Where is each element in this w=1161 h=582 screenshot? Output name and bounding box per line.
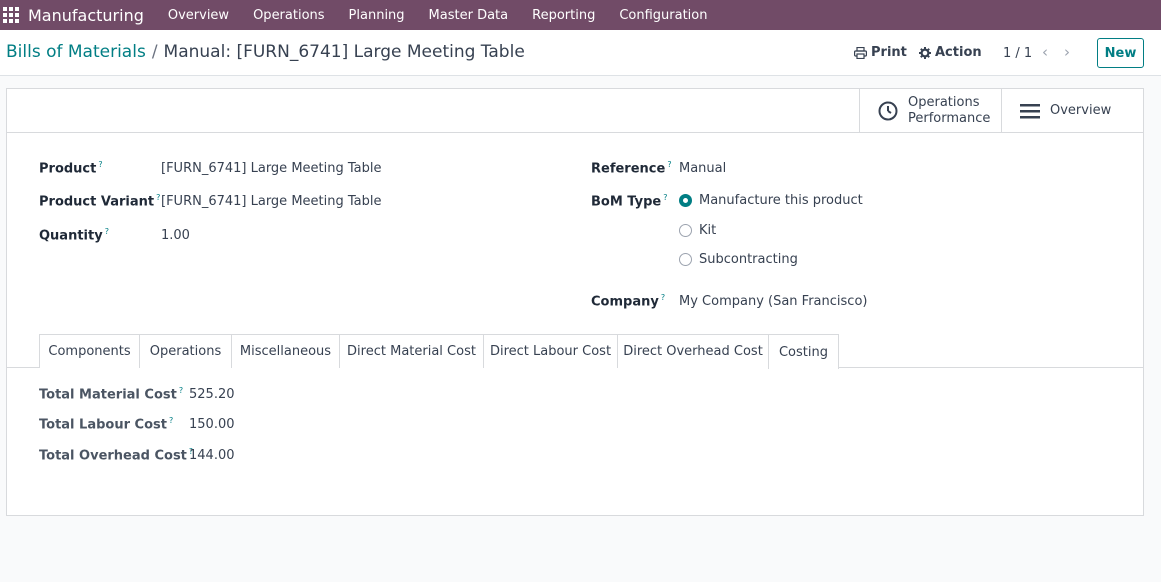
company-label: Company? bbox=[591, 293, 665, 309]
product-variant-field[interactable]: [FURN_6741] Large Meeting Table bbox=[161, 194, 381, 209]
company-field[interactable]: My Company (San Francisco) bbox=[679, 294, 867, 309]
operations-performance-label: Operations Performance bbox=[908, 95, 990, 127]
total-material-cost-value: 525.20 bbox=[189, 387, 235, 402]
bom-type-option-manufacture[interactable]: Manufacture this product bbox=[679, 193, 863, 208]
product-label-text: Product bbox=[39, 161, 97, 177]
help-tooltip-icon[interactable]: ? bbox=[156, 193, 160, 202]
bom-type-label-text: BoM Type bbox=[591, 194, 662, 210]
help-tooltip-icon[interactable]: ? bbox=[105, 227, 109, 236]
tab-direct-labour-cost[interactable]: Direct Labour Cost bbox=[483, 334, 618, 368]
product-variant-label: Product Variant? bbox=[39, 193, 160, 209]
help-tooltip-icon[interactable]: ? bbox=[667, 160, 671, 169]
nav-configuration[interactable]: Configuration bbox=[619, 8, 707, 23]
help-tooltip-icon[interactable]: ? bbox=[98, 160, 102, 169]
nav-overview[interactable]: Overview bbox=[168, 8, 229, 23]
breadcrumb-parent-link[interactable]: Bills of Materials bbox=[6, 42, 146, 62]
total-overhead-cost-value: 144.00 bbox=[189, 448, 235, 463]
bom-type-option-label: Manufacture this product bbox=[699, 193, 863, 208]
nav-operations[interactable]: Operations bbox=[253, 8, 324, 23]
total-labour-cost-label: Total Labour Cost? bbox=[39, 416, 173, 432]
apps-menu-icon[interactable] bbox=[3, 7, 19, 23]
product-field[interactable]: [FURN_6741] Large Meeting Table bbox=[161, 161, 381, 176]
operations-performance-line2: Performance bbox=[908, 111, 991, 126]
total-overhead-cost-label: Total Overhead Cost? bbox=[39, 447, 193, 463]
nav-planning[interactable]: Planning bbox=[349, 8, 405, 23]
action-label: Action bbox=[935, 45, 982, 60]
total-material-cost-label-text: Total Material Cost bbox=[39, 387, 177, 403]
print-button[interactable]: Print bbox=[854, 45, 907, 60]
operations-performance-button[interactable]: Operations Performance bbox=[859, 89, 1002, 133]
pager-next-icon[interactable]: › bbox=[1064, 43, 1070, 61]
tab-costing[interactable]: Costing bbox=[768, 334, 839, 369]
quantity-field[interactable]: 1.00 bbox=[161, 228, 190, 243]
total-labour-cost-value: 150.00 bbox=[189, 417, 235, 432]
product-label: Product? bbox=[39, 160, 103, 176]
total-overhead-cost-label-text: Total Overhead Cost bbox=[39, 448, 187, 464]
top-navbar: Manufacturing Overview Operations Planni… bbox=[0, 0, 1161, 30]
tab-direct-material-cost[interactable]: Direct Material Cost bbox=[339, 334, 484, 368]
form-sheet: Operations Performance Overview Product?… bbox=[6, 88, 1144, 516]
help-tooltip-icon[interactable]: ? bbox=[661, 293, 665, 302]
bom-type-option-label: Subcontracting bbox=[699, 252, 798, 267]
help-tooltip-icon[interactable]: ? bbox=[169, 416, 173, 425]
tab-direct-overhead-cost[interactable]: Direct Overhead Cost bbox=[617, 334, 769, 368]
radio-unchecked-icon[interactable] bbox=[679, 224, 692, 237]
pager-previous-icon[interactable]: ‹ bbox=[1042, 43, 1048, 61]
action-button[interactable]: Action bbox=[919, 45, 982, 60]
app-brand[interactable]: Manufacturing bbox=[28, 6, 144, 25]
breadcrumb-current: Manual: [FURN_6741] Large Meeting Table bbox=[163, 42, 525, 62]
print-label: Print bbox=[871, 45, 907, 60]
bom-type-option-label: Kit bbox=[699, 223, 717, 238]
quantity-label: Quantity? bbox=[39, 227, 109, 243]
reference-label: Reference? bbox=[591, 160, 672, 176]
reference-field[interactable]: Manual bbox=[679, 161, 726, 176]
help-tooltip-icon[interactable]: ? bbox=[179, 386, 183, 395]
notebook-tabs: Components Operations Miscellaneous Dire… bbox=[7, 334, 1143, 369]
tab-components[interactable]: Components bbox=[39, 334, 140, 368]
overview-label: Overview bbox=[1050, 103, 1112, 118]
gear-icon bbox=[919, 46, 931, 59]
new-button[interactable]: New bbox=[1097, 38, 1144, 68]
overview-button[interactable]: Overview bbox=[1001, 89, 1143, 133]
operations-performance-line1: Operations bbox=[908, 95, 980, 110]
tab-operations[interactable]: Operations bbox=[139, 334, 232, 368]
radio-unchecked-icon[interactable] bbox=[679, 253, 692, 266]
clock-icon bbox=[878, 101, 898, 121]
tab-miscellaneous[interactable]: Miscellaneous bbox=[231, 334, 340, 368]
smart-button-box: Operations Performance Overview bbox=[7, 89, 1143, 133]
bom-type-label: BoM Type? bbox=[591, 193, 667, 209]
total-labour-cost-label-text: Total Labour Cost bbox=[39, 417, 167, 433]
nav-master-data[interactable]: Master Data bbox=[429, 8, 509, 23]
reference-label-text: Reference bbox=[591, 161, 666, 177]
nav-reporting[interactable]: Reporting bbox=[532, 8, 595, 23]
breadcrumb: Bills of Materials / Manual: [FURN_6741] L… bbox=[6, 42, 525, 62]
pager-value[interactable]: 1 / 1 bbox=[1003, 46, 1032, 61]
bom-type-option-kit[interactable]: Kit bbox=[679, 223, 716, 238]
total-material-cost-label: Total Material Cost? bbox=[39, 386, 183, 402]
bom-type-option-subcontracting[interactable]: Subcontracting bbox=[679, 252, 798, 267]
radio-checked-icon[interactable] bbox=[679, 194, 692, 207]
printer-icon bbox=[854, 46, 867, 59]
bars-icon bbox=[1020, 104, 1040, 119]
help-tooltip-icon[interactable]: ? bbox=[663, 193, 667, 202]
control-panel: Bills of Materials / Manual: [FURN_6741] L… bbox=[0, 30, 1161, 76]
company-label-text: Company bbox=[591, 294, 659, 310]
product-variant-label-text: Product Variant bbox=[39, 194, 155, 210]
quantity-label-text: Quantity bbox=[39, 228, 103, 244]
breadcrumb-separator: / bbox=[151, 42, 158, 62]
